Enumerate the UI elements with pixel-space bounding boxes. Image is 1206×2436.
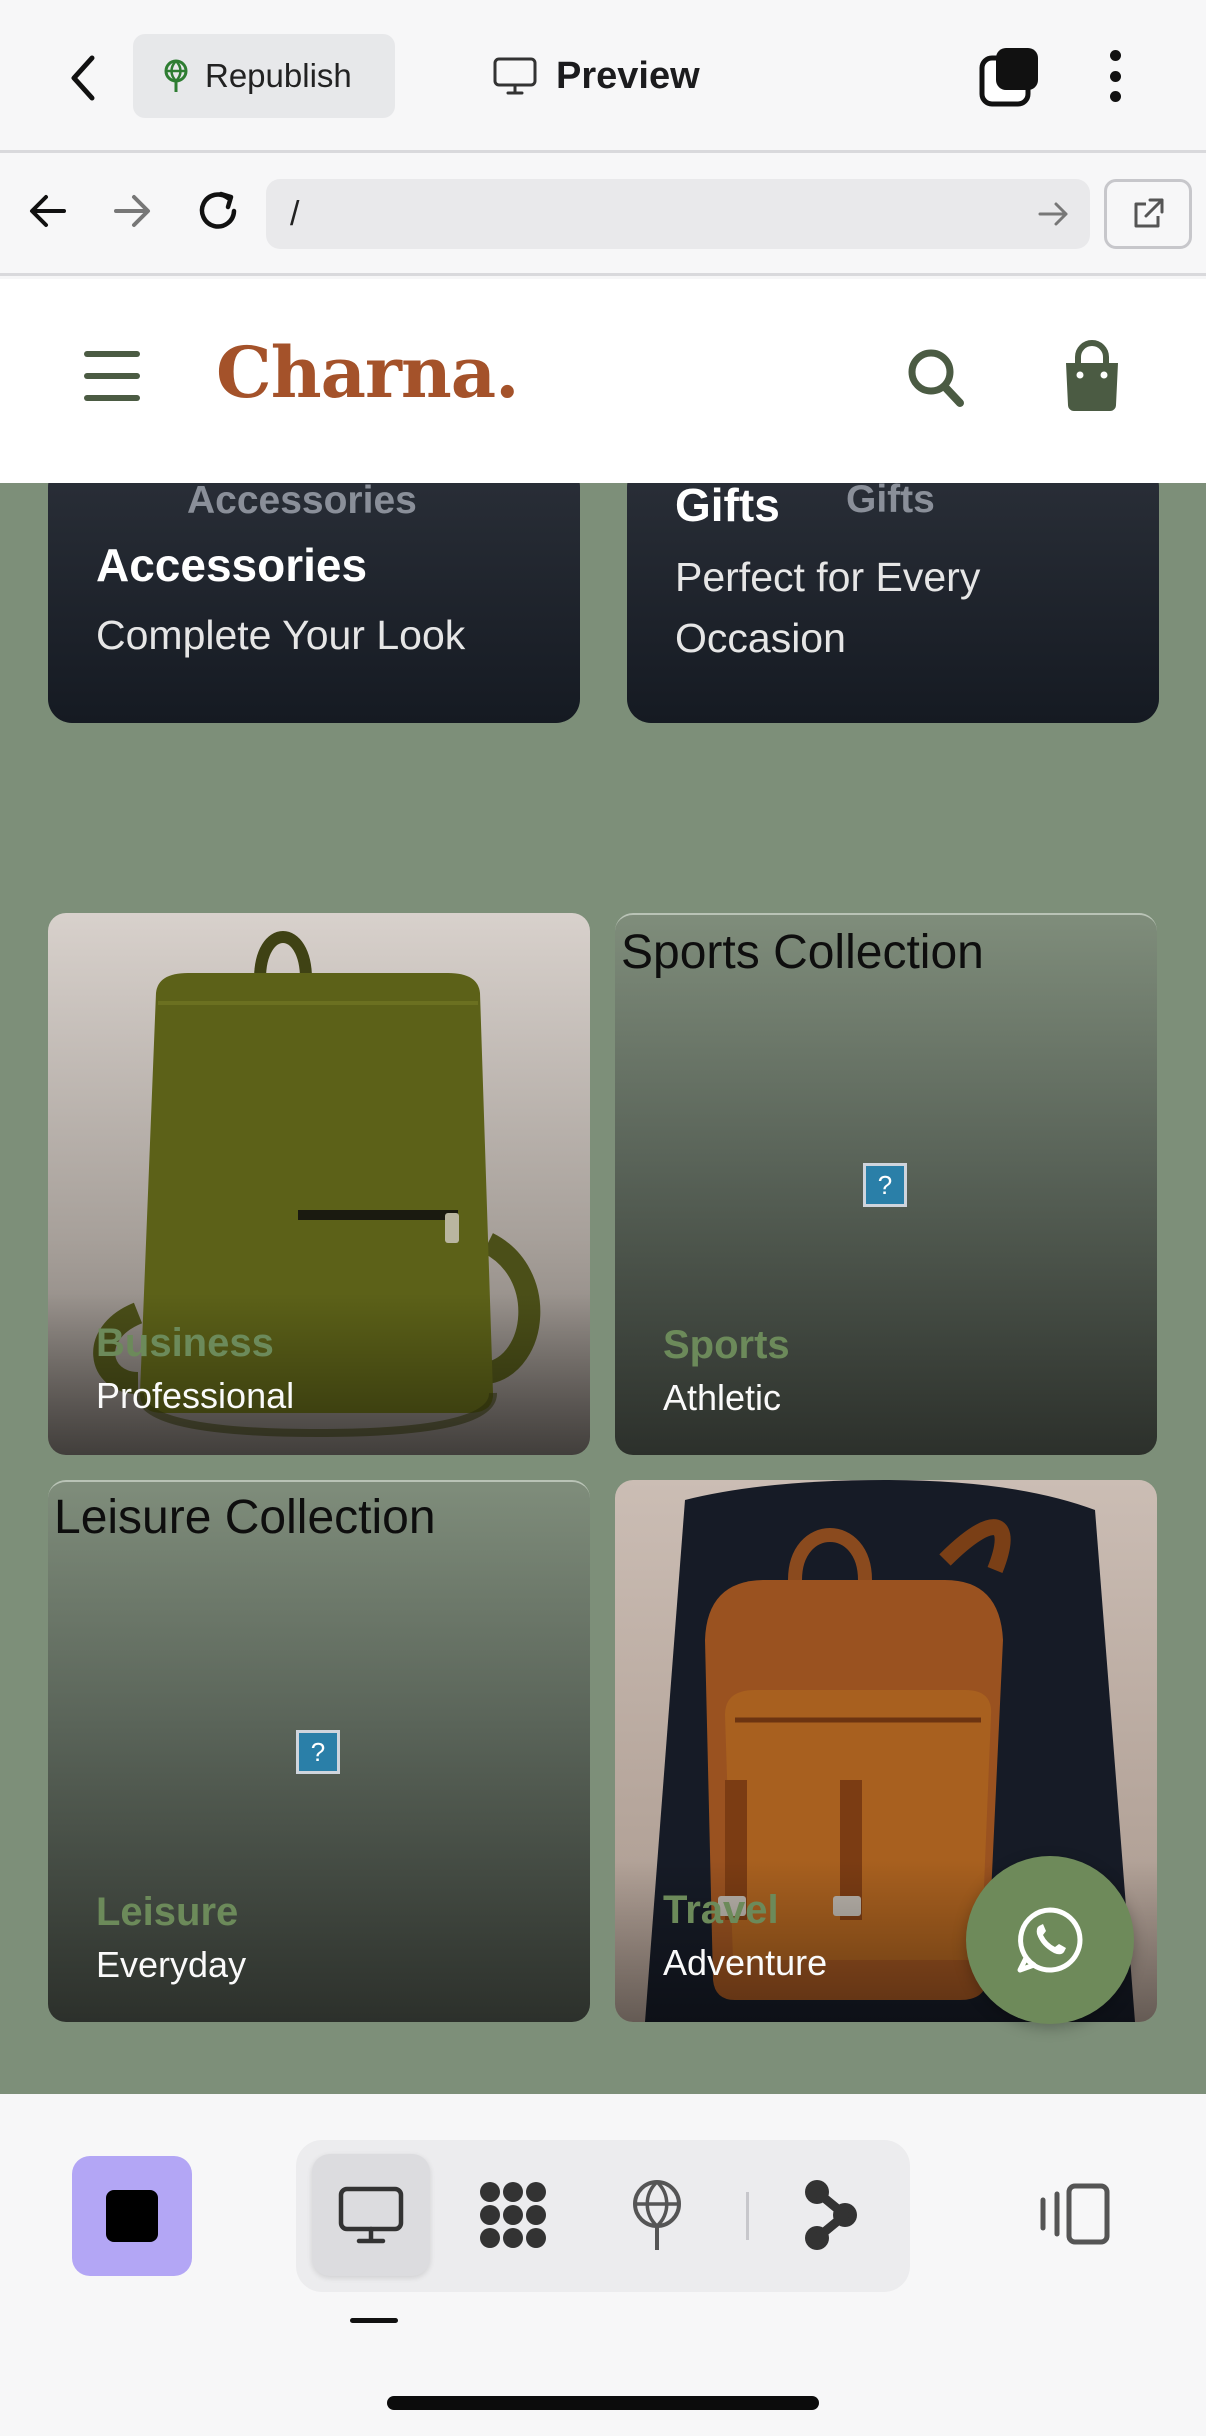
flow-mode-button[interactable] [772,2154,890,2276]
category-card-accessories[interactable]: Accessories Accessories Complete Your Lo… [48,483,580,723]
browser-forward-button[interactable] [104,183,160,239]
site-search-button[interactable] [904,343,968,413]
preview-toggle[interactable]: Preview [492,46,700,106]
url-text: / [290,194,300,233]
kebab-dot [1109,91,1121,102]
category-tile-sports[interactable]: Sports Collection ? Sports Athletic [615,913,1157,1455]
preview-label: Preview [556,54,700,97]
kebab-dot [1109,50,1121,61]
tile-collection-title: Leisure Collection [54,1491,436,1544]
app-frame: Republish Preview / Charna. Accessories … [0,0,1206,2436]
external-link-icon [1134,198,1164,228]
back-button[interactable] [58,48,108,108]
tree-globe-icon [633,2180,681,2250]
blocks-icon [480,2182,546,2248]
menu-icon-line [84,373,140,379]
monitor-icon [338,2186,404,2244]
split-view-button[interactable] [1032,2172,1116,2256]
tile-category-label: Business [96,1321,274,1365]
tile-subtitle: Adventure [663,1942,828,1983]
page-content: Accessories Accessories Complete Your Lo… [0,483,1206,2094]
brand-logo[interactable]: Charna. [216,331,519,414]
card-subtitle: Complete Your Look [96,612,466,658]
monitor-icon [493,57,537,95]
card-subtitle: Perfect for Every Occasion [675,554,981,661]
tile-category-label: Leisure [96,1890,239,1934]
browser-back-button[interactable] [20,183,76,239]
home-indicator[interactable] [387,2396,819,2410]
whatsapp-icon [1017,1907,1083,1973]
preview-mode-button[interactable] [312,2154,430,2276]
category-tile-leisure[interactable]: Leisure Collection ? Leisure Everyday [48,1480,590,2022]
branch-icon [805,2180,857,2250]
kebab-dot [1109,70,1121,82]
active-tab-indicator [350,2318,398,2323]
more-button[interactable] [1092,44,1138,108]
browser-nav-bar: / [0,153,1206,276]
reload-button[interactable] [190,183,246,239]
editor-bottom-toolbar [0,2094,1206,2436]
view-mode-switcher [296,2140,910,2292]
republish-label: Republish [205,57,352,94]
tree-globe-icon [164,59,188,92]
olive-green-backpack-image [48,931,590,1455]
broken-image-icon: ? [296,1730,340,1774]
broken-image-icon: ? [863,1163,907,1207]
shopping-bag-icon [1066,340,1118,411]
segment-divider [746,2192,749,2240]
republish-button[interactable]: Republish [133,34,395,118]
stacked-squares-icon [979,48,1038,107]
chevron-left-icon [71,55,95,101]
menu-button[interactable] [84,351,140,401]
stack-button[interactable] [978,46,1042,108]
card-title: Gifts [675,483,780,531]
components-mode-button[interactable] [454,2154,572,2276]
menu-icon-line [84,351,140,357]
tile-subtitle: Professional [96,1375,295,1416]
stop-icon [106,2190,158,2242]
card-ghost-label: Gifts [846,483,935,521]
tile-category-label: Sports [663,1323,790,1367]
url-input[interactable]: / [266,179,1090,249]
publish-mode-button[interactable] [598,2154,716,2276]
cart-button[interactable] [1058,339,1126,413]
arrow-left-icon [30,195,66,227]
tile-subtitle: Everyday [96,1944,247,1985]
tile-collection-title: Sports Collection [621,926,984,979]
category-card-gifts[interactable]: Gifts Gifts Perfect for Every Occasion [627,483,1159,723]
reload-icon [199,191,237,229]
tile-subtitle: Athletic [663,1377,782,1418]
tile-category-label: Travel [663,1888,779,1932]
card-ghost-label: Accessories [187,483,417,522]
open-external-button[interactable] [1104,179,1192,249]
go-arrow-icon[interactable] [1036,196,1072,232]
category-tile-business[interactable]: Business Professional [48,913,590,1455]
card-title: Accessories [96,539,368,591]
search-icon [908,349,964,407]
arrow-right-icon [114,195,150,227]
editor-topbar: Republish Preview [0,0,1206,153]
menu-icon-line [84,395,140,401]
stop-button[interactable] [72,2156,192,2276]
site-header: Charna. [0,279,1206,483]
whatsapp-chat-button[interactable] [966,1856,1134,2024]
split-view-icon [1040,2183,1110,2245]
